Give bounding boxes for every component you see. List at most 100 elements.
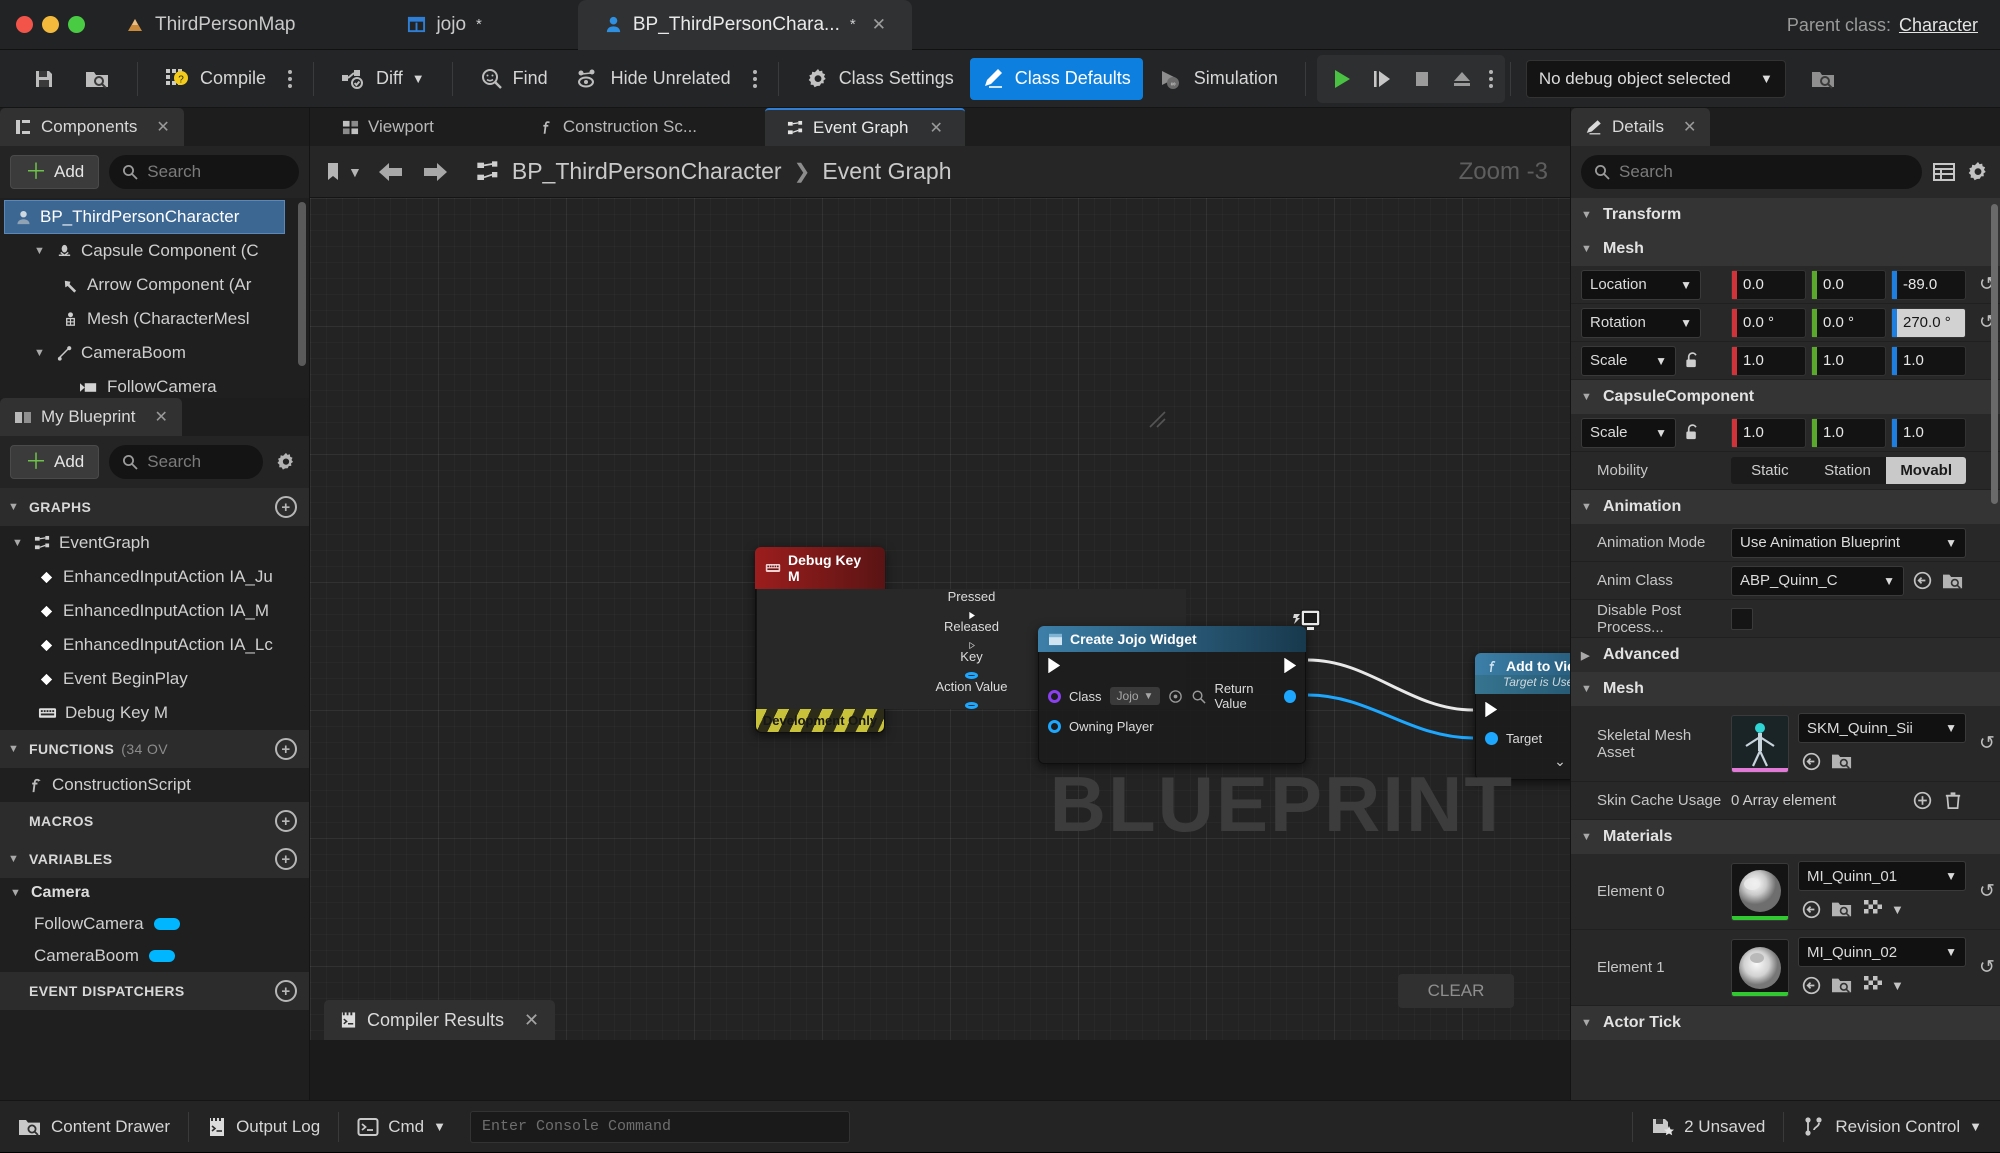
components-panel-tab[interactable]: Components ✕: [0, 108, 184, 146]
graph-item-debug-key-m[interactable]: Debug Key M: [0, 696, 309, 730]
location-y-input[interactable]: 0.0: [1811, 269, 1886, 300]
add-variable-button[interactable]: +: [275, 848, 297, 870]
chevron-down-icon[interactable]: ▼: [1891, 902, 1904, 917]
compile-options-button[interactable]: [282, 58, 298, 100]
unlock-icon[interactable]: [1684, 351, 1701, 370]
section-event-dispatchers[interactable]: EVENT DISPATCHERS +: [0, 972, 309, 1010]
find-button[interactable]: Find: [468, 58, 560, 100]
delete-array-icon[interactable]: [1940, 788, 1966, 814]
details-group-mesh-asset[interactable]: ▼ Mesh: [1571, 672, 2000, 706]
browse-asset-icon[interactable]: [1829, 748, 1855, 774]
element-0-thumbnail[interactable]: [1731, 862, 1789, 921]
output-log-button[interactable]: Output Log: [189, 1101, 338, 1153]
revert-icon[interactable]: ↺: [1974, 956, 2000, 979]
stop-button[interactable]: [1403, 60, 1441, 98]
mobility-option-stationary[interactable]: Station: [1809, 457, 1887, 484]
details-group-mesh-transform[interactable]: ▼ Mesh: [1571, 232, 2000, 266]
tab-event-graph[interactable]: Event Graph ✕: [765, 108, 965, 146]
close-icon[interactable]: ✕: [154, 407, 167, 427]
play-options-button[interactable]: [1483, 58, 1499, 100]
use-selected-asset-icon[interactable]: [1798, 972, 1824, 998]
capsule-scale-dropdown[interactable]: Scale ▼: [1581, 417, 1676, 448]
scale-y-input[interactable]: 1.0: [1811, 345, 1886, 376]
revert-icon[interactable]: ↺: [1974, 732, 2000, 755]
capsule-scale-y-input[interactable]: 1.0: [1811, 417, 1886, 448]
details-group-capsulecomponent[interactable]: ▼ CapsuleComponent: [1571, 380, 2000, 414]
graph-item-event-beginplay[interactable]: Event BeginPlay: [0, 662, 309, 696]
pin-class[interactable]: Class Jojo ▼: [1048, 687, 1207, 705]
component-item-bp-thirdpersoncharacter[interactable]: BP_ThirdPersonCharacter: [4, 200, 285, 234]
use-selected-asset-icon[interactable]: [1798, 748, 1824, 774]
breadcrumb-leaf[interactable]: Event Graph: [822, 158, 951, 185]
element-1-thumbnail[interactable]: [1731, 938, 1789, 997]
expander-arrow-icon[interactable]: ▼: [1581, 501, 1595, 513]
material-checker-icon[interactable]: [1860, 896, 1886, 922]
object-pin-icon[interactable]: [1485, 731, 1498, 745]
exec-in-pin-icon[interactable]: [1048, 658, 1060, 673]
details-column-view-button[interactable]: [1932, 161, 1956, 183]
exec-pin-icon[interactable]: [966, 612, 978, 619]
pin-owning-player[interactable]: Owning Player: [1039, 711, 1305, 741]
browse-asset-icon[interactable]: [1940, 568, 1966, 594]
graph-canvas[interactable]: Debug Key M Pressed Released Key Action …: [310, 198, 1570, 1040]
play-button[interactable]: [1323, 60, 1361, 98]
debug-object-dropdown[interactable]: No debug object selected ▼: [1525, 59, 1786, 98]
browse-asset-icon[interactable]: [1829, 896, 1855, 922]
details-group-materials[interactable]: ▼ Materials: [1571, 820, 2000, 854]
details-search-input[interactable]: Search: [1581, 155, 1922, 189]
data-pin-icon[interactable]: [965, 702, 978, 709]
maximize-window-button[interactable]: [68, 16, 85, 33]
window-controls[interactable]: [0, 16, 85, 33]
details-scrollbar[interactable]: [1991, 204, 1998, 504]
data-pin-icon[interactable]: [965, 672, 978, 679]
bookmark-dropdown-button[interactable]: ▼: [324, 161, 362, 183]
expander-arrow-icon[interactable]: ▼: [1581, 243, 1595, 255]
close-icon[interactable]: ✕: [929, 118, 942, 138]
details-content[interactable]: ▼ Transform ▼ Mesh Location ▼ 0.0 0.0 -8…: [1571, 198, 2000, 1100]
component-item-arrow-component[interactable]: Arrow Component (Ar: [0, 268, 309, 302]
scale-z-input[interactable]: 1.0: [1891, 345, 1966, 376]
expander-arrow-icon[interactable]: ▼: [8, 853, 22, 865]
window-tab-bp-thirdpersoncharacter[interactable]: BP_ThirdPersonChara... * ✕: [577, 0, 912, 50]
parent-class-link[interactable]: Character: [1899, 15, 1978, 36]
components-tree[interactable]: BP_ThirdPersonCharacter ▼ Capsule Compon…: [0, 198, 309, 398]
section-variables[interactable]: ▼ VARIABLES +: [0, 840, 309, 878]
location-x-input[interactable]: 0.0: [1731, 269, 1806, 300]
use-selected-asset-icon[interactable]: [1798, 896, 1824, 922]
expander-arrow-icon[interactable]: ▼: [34, 347, 48, 359]
content-drawer-button[interactable]: Content Drawer: [0, 1101, 188, 1153]
close-icon[interactable]: ✕: [156, 117, 169, 137]
class-pin-icon[interactable]: [1048, 689, 1061, 703]
revision-control-button[interactable]: Revision Control ▼: [1784, 1101, 2000, 1153]
graph-resize-handle[interactable]: [1148, 410, 1166, 428]
variable-category-camera[interactable]: ▼ Camera: [0, 878, 309, 908]
capsule-scale-z-input[interactable]: 1.0: [1891, 417, 1966, 448]
tab-construction-script[interactable]: Construction Sc...: [516, 108, 719, 146]
exec-pin-icon[interactable]: [966, 642, 978, 649]
component-item-cameraboom[interactable]: ▼ CameraBoom: [0, 336, 309, 370]
node-header[interactable]: Debug Key M: [755, 547, 885, 589]
cmd-dropdown-button[interactable]: Cmd ▼: [339, 1101, 464, 1153]
expander-arrow-icon[interactable]: ▼: [12, 537, 26, 549]
clear-button[interactable]: CLEAR: [1398, 974, 1514, 1008]
variable-item-cameraboom[interactable]: CameraBoom: [0, 940, 309, 972]
expander-arrow-icon[interactable]: ▼: [1581, 1017, 1595, 1029]
window-tab-thirdpersonmap[interactable]: ThirdPersonMap: [99, 0, 321, 50]
variable-item-followcamera[interactable]: FollowCamera: [0, 908, 309, 940]
details-panel-tab[interactable]: Details ✕: [1571, 108, 1711, 146]
expander-arrow-icon[interactable]: ▼: [10, 887, 24, 899]
pin-target[interactable]: Target: [1476, 723, 1570, 753]
navigate-forward-button[interactable]: [420, 160, 450, 184]
capsule-scale-x-input[interactable]: 1.0: [1731, 417, 1806, 448]
my-blueprint-search-input[interactable]: Search: [109, 445, 263, 479]
section-functions[interactable]: ▼ FUNCTIONS (34 OV +: [0, 730, 309, 768]
close-window-button[interactable]: [16, 16, 33, 33]
my-blueprint-panel-tab[interactable]: My Blueprint ✕: [0, 398, 182, 436]
pin-return-value[interactable]: Return Value: [1214, 681, 1296, 711]
details-group-actor-tick[interactable]: ▼ Actor Tick: [1571, 1006, 2000, 1040]
add-graph-button[interactable]: +: [275, 496, 297, 518]
mobility-segmented-control[interactable]: Static Station Movabl: [1731, 457, 1966, 484]
expander-arrow-icon[interactable]: ▼: [1581, 391, 1595, 403]
section-graphs[interactable]: ▼ GRAPHS +: [0, 488, 309, 526]
components-scrollbar[interactable]: [298, 202, 306, 366]
